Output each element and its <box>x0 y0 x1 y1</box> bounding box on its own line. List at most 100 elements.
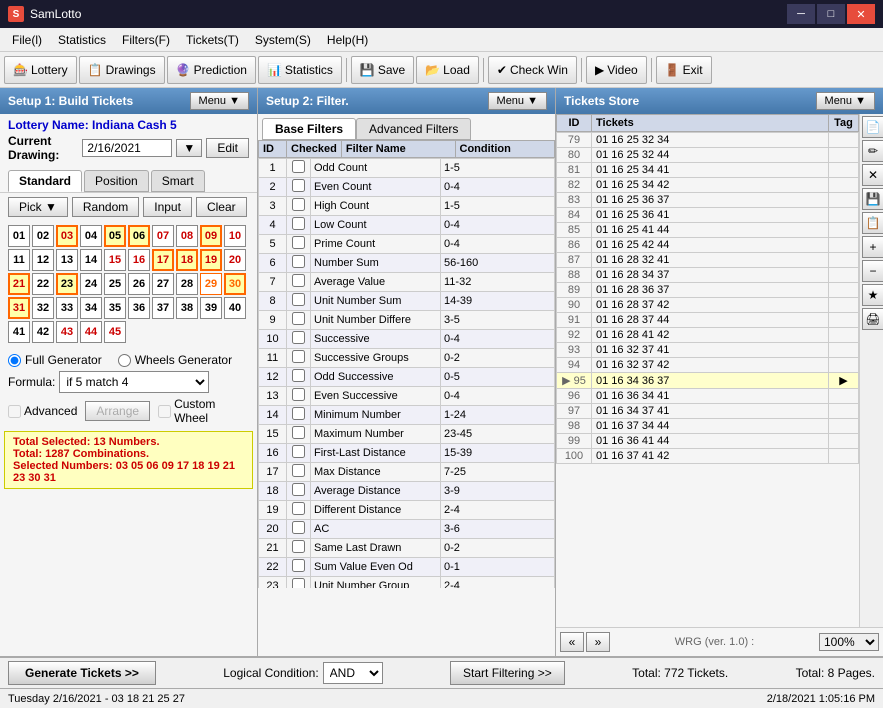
menu-filters[interactable]: Filters(F) <box>114 31 178 49</box>
filter-checkbox-cell[interactable] <box>287 520 311 539</box>
filter-checkbox-1[interactable] <box>292 160 305 173</box>
filter-checkbox-cell[interactable] <box>287 425 311 444</box>
ticket-row[interactable]: 84 01 16 25 36 41 <box>557 208 859 223</box>
ticket-row[interactable]: 91 01 16 28 37 44 <box>557 313 859 328</box>
number-cell-36[interactable]: 36 <box>128 297 150 319</box>
full-generator-radio[interactable] <box>8 354 21 367</box>
input-button[interactable]: Input <box>143 197 192 217</box>
ticket-row[interactable]: 96 01 16 36 34 41 <box>557 389 859 404</box>
edit-icon-btn[interactable]: ✏ <box>862 140 883 162</box>
tab-base-filters[interactable]: Base Filters <box>262 118 356 140</box>
drawing-date-input[interactable] <box>82 139 172 157</box>
formula-select[interactable]: if 5 match 4 <box>59 371 209 393</box>
ticket-row[interactable]: 82 01 16 25 34 42 <box>557 178 859 193</box>
number-cell-22[interactable]: 22 <box>32 273 54 295</box>
number-cell-40[interactable]: 40 <box>224 297 246 319</box>
number-cell-1[interactable]: 01 <box>8 225 30 247</box>
ticket-row[interactable]: 87 01 16 28 32 41 <box>557 253 859 268</box>
filter-checkbox-cell[interactable] <box>287 444 311 463</box>
delete-icon-btn[interactable]: ✕ <box>862 164 883 186</box>
filter-checkbox-19[interactable] <box>292 502 305 515</box>
number-cell-15[interactable]: 15 <box>104 249 126 271</box>
nav-first-button[interactable]: « <box>560 632 584 652</box>
tickets-scroll[interactable]: 79 01 16 25 32 34 80 01 16 25 32 44 81 0… <box>556 132 859 562</box>
filter-checkbox-cell[interactable] <box>287 197 311 216</box>
nav-next-button[interactable]: » <box>586 632 610 652</box>
number-cell-39[interactable]: 39 <box>200 297 222 319</box>
full-generator-label[interactable]: Full Generator <box>8 353 102 367</box>
filter-checkbox-cell[interactable] <box>287 178 311 197</box>
ticket-row[interactable]: 89 01 16 28 36 37 <box>557 283 859 298</box>
copy-icon-btn[interactable]: 📋 <box>862 212 883 234</box>
filter-checkbox-18[interactable] <box>292 483 305 496</box>
menu-tickets[interactable]: Tickets(T) <box>178 31 247 49</box>
filter-checkbox-cell[interactable] <box>287 216 311 235</box>
number-cell-5[interactable]: 05 <box>104 225 126 247</box>
filter-checkbox-16[interactable] <box>292 445 305 458</box>
number-cell-37[interactable]: 37 <box>152 297 174 319</box>
toolbar-save[interactable]: 💾 Save <box>351 56 414 84</box>
number-cell-26[interactable]: 26 <box>128 273 150 295</box>
clear-button[interactable]: Clear <box>196 197 247 217</box>
filter-checkbox-cell[interactable] <box>287 292 311 311</box>
toolbar-lottery[interactable]: 🎰 Lottery <box>4 56 77 84</box>
left-panel-menu-button[interactable]: Menu ▼ <box>190 92 249 110</box>
tab-standard[interactable]: Standard <box>8 170 82 192</box>
filter-checkbox-cell[interactable] <box>287 330 311 349</box>
filter-checkbox-cell[interactable] <box>287 235 311 254</box>
filter-checkbox-7[interactable] <box>292 274 305 287</box>
number-cell-4[interactable]: 04 <box>80 225 102 247</box>
number-cell-45[interactable]: 45 <box>104 321 126 343</box>
number-cell-11[interactable]: 11 <box>8 249 30 271</box>
condition-select[interactable]: AND OR <box>323 662 383 684</box>
filter-checkbox-20[interactable] <box>292 521 305 534</box>
filter-checkbox-5[interactable] <box>292 236 305 249</box>
filter-checkbox-11[interactable] <box>292 350 305 363</box>
number-cell-9[interactable]: 09 <box>200 225 222 247</box>
toolbar-load[interactable]: 📂 Load <box>416 56 479 84</box>
zoom-select[interactable]: 75% 100% 125% 150% <box>819 633 879 651</box>
menu-help[interactable]: Help(H) <box>319 31 376 49</box>
minus-icon-btn[interactable]: − <box>862 260 883 282</box>
filter-checkbox-22[interactable] <box>292 559 305 572</box>
save-icon-btn[interactable]: 💾 <box>862 188 883 210</box>
number-cell-31[interactable]: 31 <box>8 297 30 319</box>
number-cell-21[interactable]: 21 <box>8 273 30 295</box>
filter-checkbox-cell[interactable] <box>287 406 311 425</box>
number-cell-3[interactable]: 03 <box>56 225 78 247</box>
filter-checkbox-cell[interactable] <box>287 501 311 520</box>
menu-system[interactable]: System(S) <box>247 31 319 49</box>
middle-panel-menu-button[interactable]: Menu ▼ <box>488 92 547 110</box>
filter-checkbox-cell[interactable] <box>287 482 311 501</box>
number-cell-44[interactable]: 44 <box>80 321 102 343</box>
filter-checkbox-14[interactable] <box>292 407 305 420</box>
number-cell-35[interactable]: 35 <box>104 297 126 319</box>
filter-checkbox-6[interactable] <box>292 255 305 268</box>
wheels-generator-radio[interactable] <box>118 354 131 367</box>
ticket-row[interactable]: 81 01 16 25 34 41 <box>557 163 859 178</box>
ticket-row[interactable]: 80 01 16 25 32 44 <box>557 148 859 163</box>
number-cell-30[interactable]: 30 <box>224 273 246 295</box>
filter-checkbox-cell[interactable] <box>287 387 311 406</box>
filter-checkbox-13[interactable] <box>292 388 305 401</box>
tab-position[interactable]: Position <box>84 170 149 192</box>
custom-wheel-checkbox[interactable] <box>158 405 171 418</box>
ticket-row[interactable]: 88 01 16 28 34 37 <box>557 268 859 283</box>
plus-icon-btn[interactable]: + <box>862 236 883 258</box>
minimize-button[interactable]: ─ <box>787 4 815 24</box>
filter-checkbox-cell[interactable] <box>287 539 311 558</box>
filter-checkbox-21[interactable] <box>292 540 305 553</box>
menu-statistics[interactable]: Statistics <box>50 31 114 49</box>
number-cell-13[interactable]: 13 <box>56 249 78 271</box>
filter-checkbox-cell[interactable] <box>287 577 311 589</box>
number-cell-28[interactable]: 28 <box>176 273 198 295</box>
ticket-row[interactable]: 94 01 16 32 37 42 <box>557 358 859 373</box>
filter-checkbox-cell[interactable] <box>287 368 311 387</box>
number-cell-8[interactable]: 08 <box>176 225 198 247</box>
ticket-row[interactable]: 93 01 16 32 37 41 <box>557 343 859 358</box>
arrange-button[interactable]: Arrange <box>85 401 150 421</box>
number-cell-33[interactable]: 33 <box>56 297 78 319</box>
wheels-generator-label[interactable]: Wheels Generator <box>118 353 232 367</box>
custom-wheel-check-label[interactable]: Custom Wheel <box>158 397 249 425</box>
number-cell-10[interactable]: 10 <box>224 225 246 247</box>
